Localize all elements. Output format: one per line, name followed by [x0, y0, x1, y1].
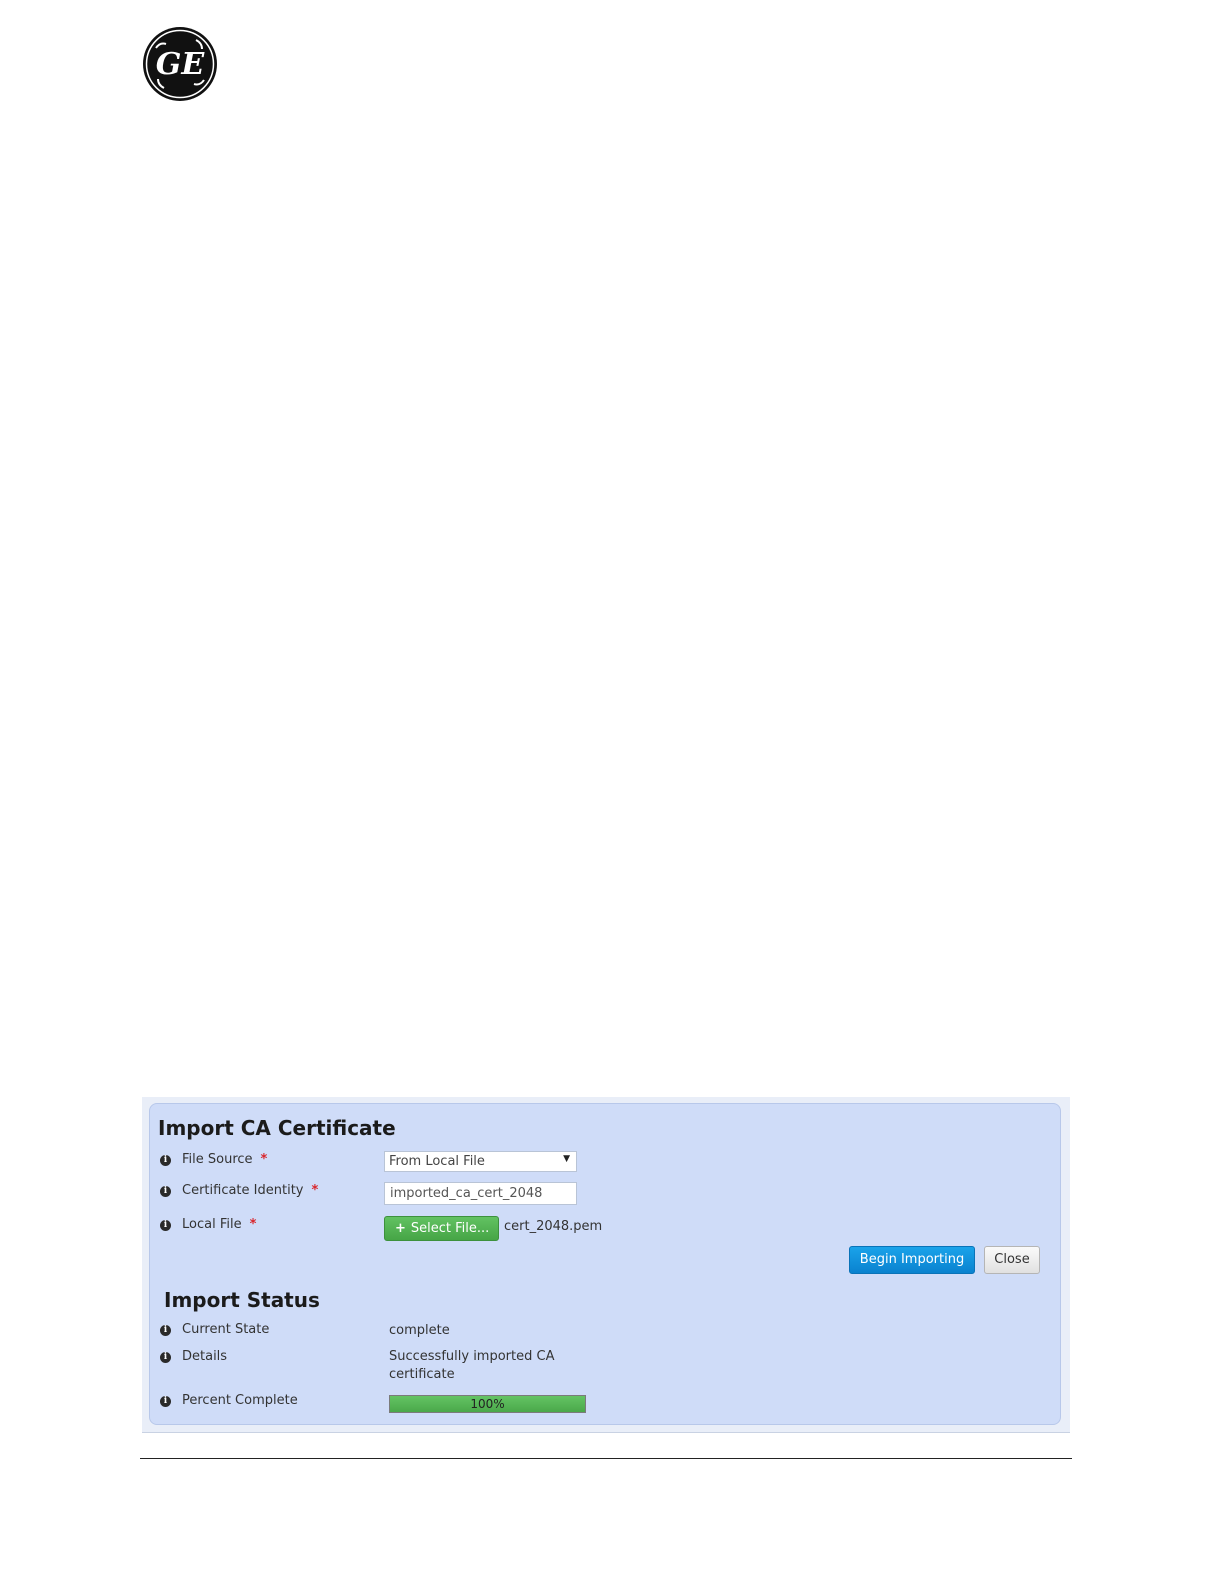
import-title: Import CA Certificate — [158, 1116, 396, 1140]
details-value-line: Successfully imported CA — [389, 1349, 555, 1364]
select-file-button[interactable]: + Select File... — [384, 1216, 499, 1241]
file-source-select[interactable]: From Local File ▼ — [384, 1151, 577, 1172]
select-file-label: Select File... — [410, 1221, 490, 1236]
certificate-identity-input[interactable]: imported_ca_cert_2048 — [384, 1182, 577, 1205]
percent-complete-label: Percent Complete — [182, 1393, 298, 1408]
close-button[interactable]: Close — [984, 1246, 1040, 1274]
required-mark: * — [249, 1217, 257, 1232]
import-panel: Import CA Certificate i File Source * Fro… — [149, 1103, 1061, 1425]
required-mark: * — [260, 1152, 268, 1167]
info-icon[interactable]: i — [160, 1155, 171, 1166]
current-state-label: Current State — [182, 1322, 270, 1337]
import-dialog-screenshot: Import CA Certificate i File Source * Fro… — [142, 1097, 1070, 1433]
details-value: Successfully imported CA certificate — [389, 1348, 554, 1384]
info-icon[interactable]: i — [160, 1186, 171, 1197]
dropdown-arrow-icon: ▼ — [563, 1154, 570, 1164]
current-state-value: complete — [389, 1323, 450, 1338]
ge-logo: GE — [143, 27, 217, 101]
file-source-label: File Source * — [182, 1152, 268, 1167]
selected-file-name: cert_2048.pem — [504, 1219, 603, 1234]
info-icon[interactable]: i — [160, 1396, 171, 1407]
details-label: Details — [182, 1349, 228, 1364]
required-mark: * — [311, 1183, 319, 1198]
import-status-title: Import Status — [164, 1288, 320, 1312]
svg-text:GE: GE — [156, 47, 206, 82]
info-icon[interactable]: i — [160, 1220, 171, 1231]
certificate-identity-label: Certificate Identity * — [182, 1183, 319, 1198]
local-file-label: Local File * — [182, 1217, 257, 1232]
progress-bar: 100% — [389, 1395, 586, 1413]
info-icon[interactable]: i — [160, 1352, 171, 1363]
details-value-line: certificate — [389, 1367, 455, 1382]
file-source-selected-value: From Local File — [389, 1154, 485, 1169]
begin-importing-button[interactable]: Begin Importing — [849, 1246, 975, 1274]
plus-icon: + — [395, 1221, 406, 1236]
progress-text: 100% — [470, 1397, 505, 1411]
info-icon[interactable]: i — [160, 1325, 171, 1336]
footer-rule — [140, 1458, 1072, 1459]
